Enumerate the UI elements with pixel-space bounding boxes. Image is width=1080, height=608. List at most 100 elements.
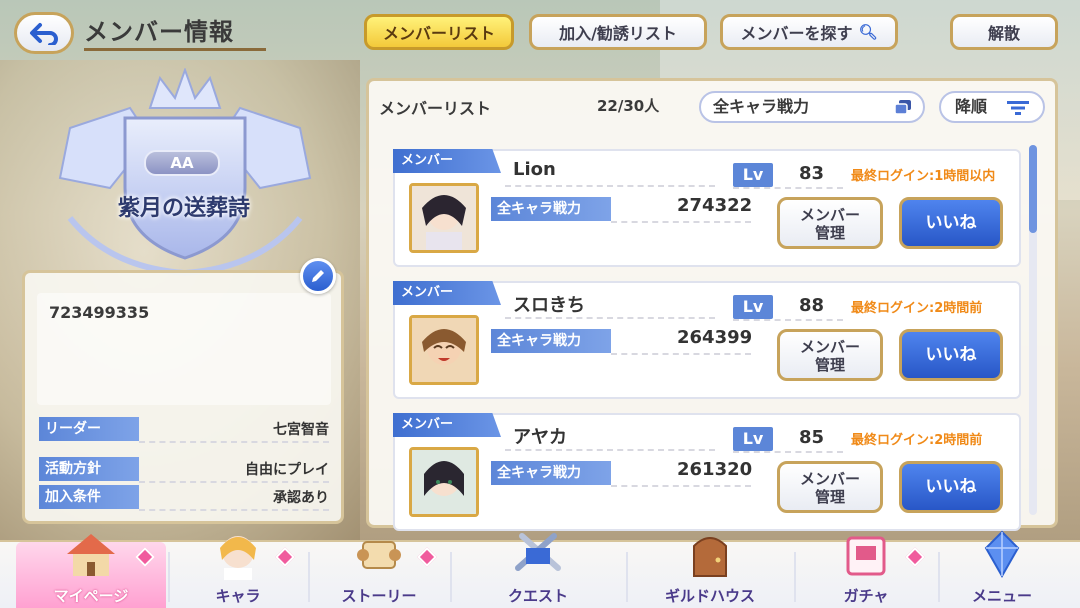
- level-value: 83: [799, 163, 825, 184]
- title-underline: [84, 48, 266, 51]
- join-condition-label: 加入条件: [39, 485, 139, 509]
- nav-guildhouse[interactable]: ギルドハウス: [628, 537, 792, 608]
- nav-label: ガチャ: [843, 587, 889, 605]
- member-list-panel: メンバーリスト 22/30人 全キャラ戦力 降順 メンバー Lion Lv 83…: [366, 78, 1058, 531]
- avatar[interactable]: [409, 183, 479, 253]
- sort-select-value: 全キャラ戦力: [713, 97, 810, 116]
- power-label: 全キャラ戦力: [491, 329, 611, 353]
- member-manage-button[interactable]: メンバー 管理: [777, 197, 883, 249]
- home-icon: [67, 534, 115, 576]
- nav-quest[interactable]: クエスト: [452, 533, 624, 608]
- nav-label: マイページ: [53, 587, 129, 605]
- back-button[interactable]: [14, 12, 74, 54]
- notification-dot: [905, 547, 925, 567]
- leader-row: リーダー 七宮智音: [39, 417, 329, 443]
- leader-value: 七宮智音: [273, 422, 329, 438]
- member-card: メンバー スロきち Lv 88 最終ログイン:2時間前 全キャラ戦力 26439…: [393, 281, 1021, 399]
- level-value: 88: [799, 295, 825, 316]
- power-label: 全キャラ戦力: [491, 197, 611, 221]
- avatar[interactable]: [409, 315, 479, 385]
- like-button[interactable]: いいね: [899, 461, 1003, 513]
- guild-id: 723499335: [49, 303, 150, 322]
- door-icon: [693, 537, 727, 577]
- role-tag: メンバー: [393, 149, 501, 173]
- member-card: メンバー アヤカ Lv 85 最終ログイン:2時間前 全キャラ戦力 261320…: [393, 413, 1021, 531]
- member-name: アヤカ: [513, 427, 567, 448]
- policy-label: 活動方針: [39, 457, 139, 481]
- member-manage-button[interactable]: メンバー 管理: [777, 329, 883, 381]
- policy-row: 活動方針 自由にプレイ: [39, 457, 329, 483]
- notification-dot: [417, 547, 437, 567]
- nav-label: メニュー: [971, 587, 1032, 605]
- tab-label: メンバーリスト: [382, 24, 495, 43]
- last-login: 最終ログイン:2時間前: [851, 301, 983, 316]
- leader-label: リーダー: [39, 417, 139, 441]
- scroll-icon: [357, 541, 401, 569]
- nav-label: クエスト: [507, 587, 568, 605]
- pencil-icon: [312, 270, 324, 282]
- copy-icon: [894, 100, 911, 115]
- like-button[interactable]: いいね: [899, 329, 1003, 381]
- nav-menu[interactable]: メニュー: [940, 530, 1064, 608]
- nav-label: ギルドハウス: [664, 587, 755, 605]
- last-login: 最終ログイン:1時間以内: [851, 169, 996, 184]
- level-badge: Lv: [733, 163, 773, 187]
- nav-label: ストーリー: [341, 587, 417, 605]
- join-condition-row: 加入条件 承認あり: [39, 485, 329, 511]
- crystal-icon: [984, 530, 1020, 579]
- member-name: スロきち: [513, 295, 585, 316]
- guild-info-panel: 723499335 リーダー 七宮智音 活動方針 自由にプレイ 加入条件 承認あ…: [22, 270, 344, 524]
- like-button[interactable]: いいね: [899, 197, 1003, 249]
- join-condition-value: 承認あり: [273, 490, 329, 506]
- manage-label: メンバー 管理: [799, 338, 860, 374]
- find-member-button[interactable]: メンバーを探す 🔍︎: [720, 14, 898, 50]
- character-icon: [220, 536, 256, 580]
- notification-dot: [275, 547, 295, 567]
- sort-order-button[interactable]: 降順: [939, 91, 1045, 123]
- tab-label: メンバーを探す: [740, 24, 853, 43]
- nav-character[interactable]: キャラ: [170, 536, 306, 608]
- scrollbar-thumb[interactable]: [1029, 145, 1037, 233]
- power-value: 264399: [677, 327, 753, 348]
- bottom-nav: マイページ キャラ ストーリー クエスト ギルドハウス ガチャ メニュー: [0, 530, 1080, 608]
- tab-member-list[interactable]: メンバーリスト: [364, 14, 514, 50]
- scrollbar[interactable]: [1029, 145, 1037, 515]
- back-arrow-icon: [30, 23, 58, 45]
- last-login: 最終ログイン:2時間前: [851, 433, 983, 448]
- tab-label: 解散: [987, 24, 1020, 43]
- search-icon: 🔍︎: [858, 23, 878, 41]
- level-badge: Lv: [733, 427, 773, 451]
- disband-button[interactable]: 解散: [950, 14, 1058, 50]
- level-badge: Lv: [733, 295, 773, 319]
- manage-label: メンバー 管理: [799, 470, 860, 506]
- power-value: 261320: [677, 459, 753, 480]
- level-value: 85: [799, 427, 825, 448]
- role-tag: メンバー: [393, 281, 501, 305]
- member-card: メンバー Lion Lv 83 最終ログイン:1時間以内 全キャラ戦力 2743…: [393, 149, 1021, 267]
- policy-value: 自由にプレイ: [245, 462, 329, 478]
- page-title: メンバー情報: [84, 18, 234, 46]
- member-count: 22/30人: [597, 97, 660, 115]
- edit-button[interactable]: [300, 258, 336, 294]
- tab-join-invite-list[interactable]: 加入/勧誘リスト: [529, 14, 707, 50]
- nav-mypage[interactable]: マイページ: [16, 534, 166, 608]
- role-tag: メンバー: [393, 413, 501, 437]
- power-label: 全キャラ戦力: [491, 461, 611, 485]
- nav-story[interactable]: ストーリー: [310, 541, 448, 608]
- sort-select[interactable]: 全キャラ戦力: [699, 91, 925, 123]
- manage-label: メンバー 管理: [799, 206, 860, 242]
- gacha-icon: [846, 536, 886, 576]
- power-value: 274322: [677, 195, 753, 216]
- guild-rank-badge: AA: [144, 150, 220, 176]
- sword-icon: [515, 533, 561, 571]
- member-manage-button[interactable]: メンバー 管理: [777, 461, 883, 513]
- avatar[interactable]: [409, 447, 479, 517]
- tab-label: 加入/勧誘リスト: [559, 24, 677, 43]
- guild-name: 紫月の送葬詩: [117, 196, 250, 221]
- sort-order-label: 降順: [955, 97, 988, 116]
- nav-gacha[interactable]: ガチャ: [796, 536, 936, 608]
- notification-dot: [135, 547, 155, 567]
- nav-label: キャラ: [215, 587, 261, 605]
- member-name: Lion: [513, 159, 556, 180]
- sort-icon: [1007, 101, 1029, 115]
